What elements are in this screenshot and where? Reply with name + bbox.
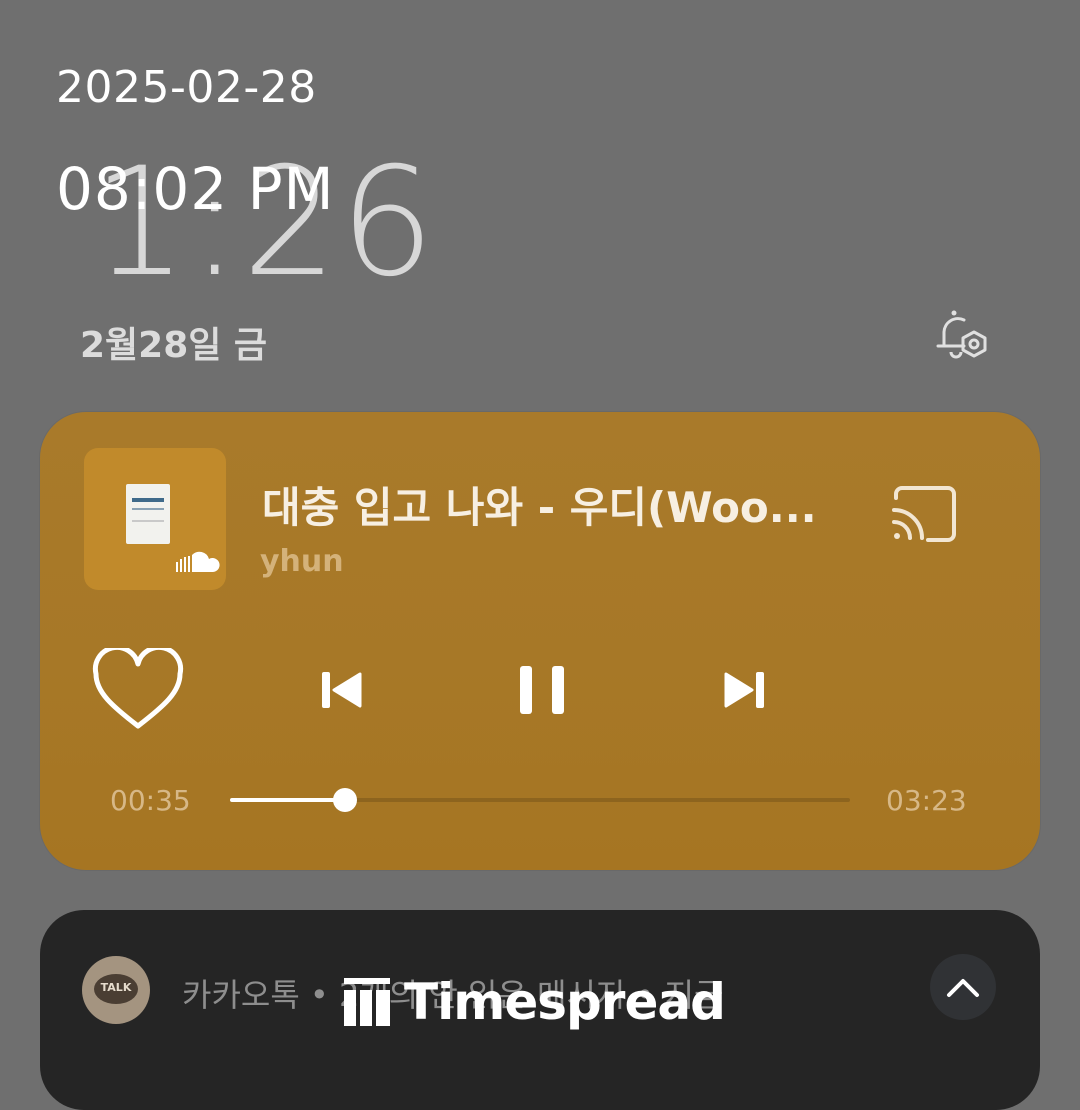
heart-icon[interactable] [92,648,184,732]
chevron-up-icon [947,979,979,997]
pause-icon[interactable] [516,664,568,716]
seek-bar-thumb[interactable] [332,788,357,812]
track-title: 대충 입고 나와 - 우디(Woo... [262,483,817,532]
bell-settings-icon[interactable] [928,302,992,366]
date-stamp: 2025-02-28 [56,62,317,113]
elapsed-time: 00:35 [110,784,191,817]
track-duration: 03:23 [886,784,967,817]
previous-icon[interactable] [320,668,364,712]
soundcloud-icon [176,551,220,573]
track-artist: yhun [260,544,344,579]
seek-bar-progress [230,798,345,802]
seek-bar[interactable] [230,788,850,812]
collapse-button[interactable] [930,954,996,1020]
kakaotalk-icon: TALK [82,956,150,1024]
watermark: Timespread [344,972,726,1032]
album-art[interactable] [84,448,226,590]
timespread-logo-icon [344,978,390,1026]
lockscreen-date: 2월28일 금 [80,325,268,366]
next-icon[interactable] [722,668,766,712]
cast-icon[interactable] [890,486,960,542]
album-art-label [126,484,170,544]
watermark-text: Timespread [404,973,726,1031]
time-stamp: 08:02 PM [56,155,335,223]
media-player-card[interactable]: 대충 입고 나와 - 우디(Woo... yhun 00:35 03:23 [40,412,1040,870]
